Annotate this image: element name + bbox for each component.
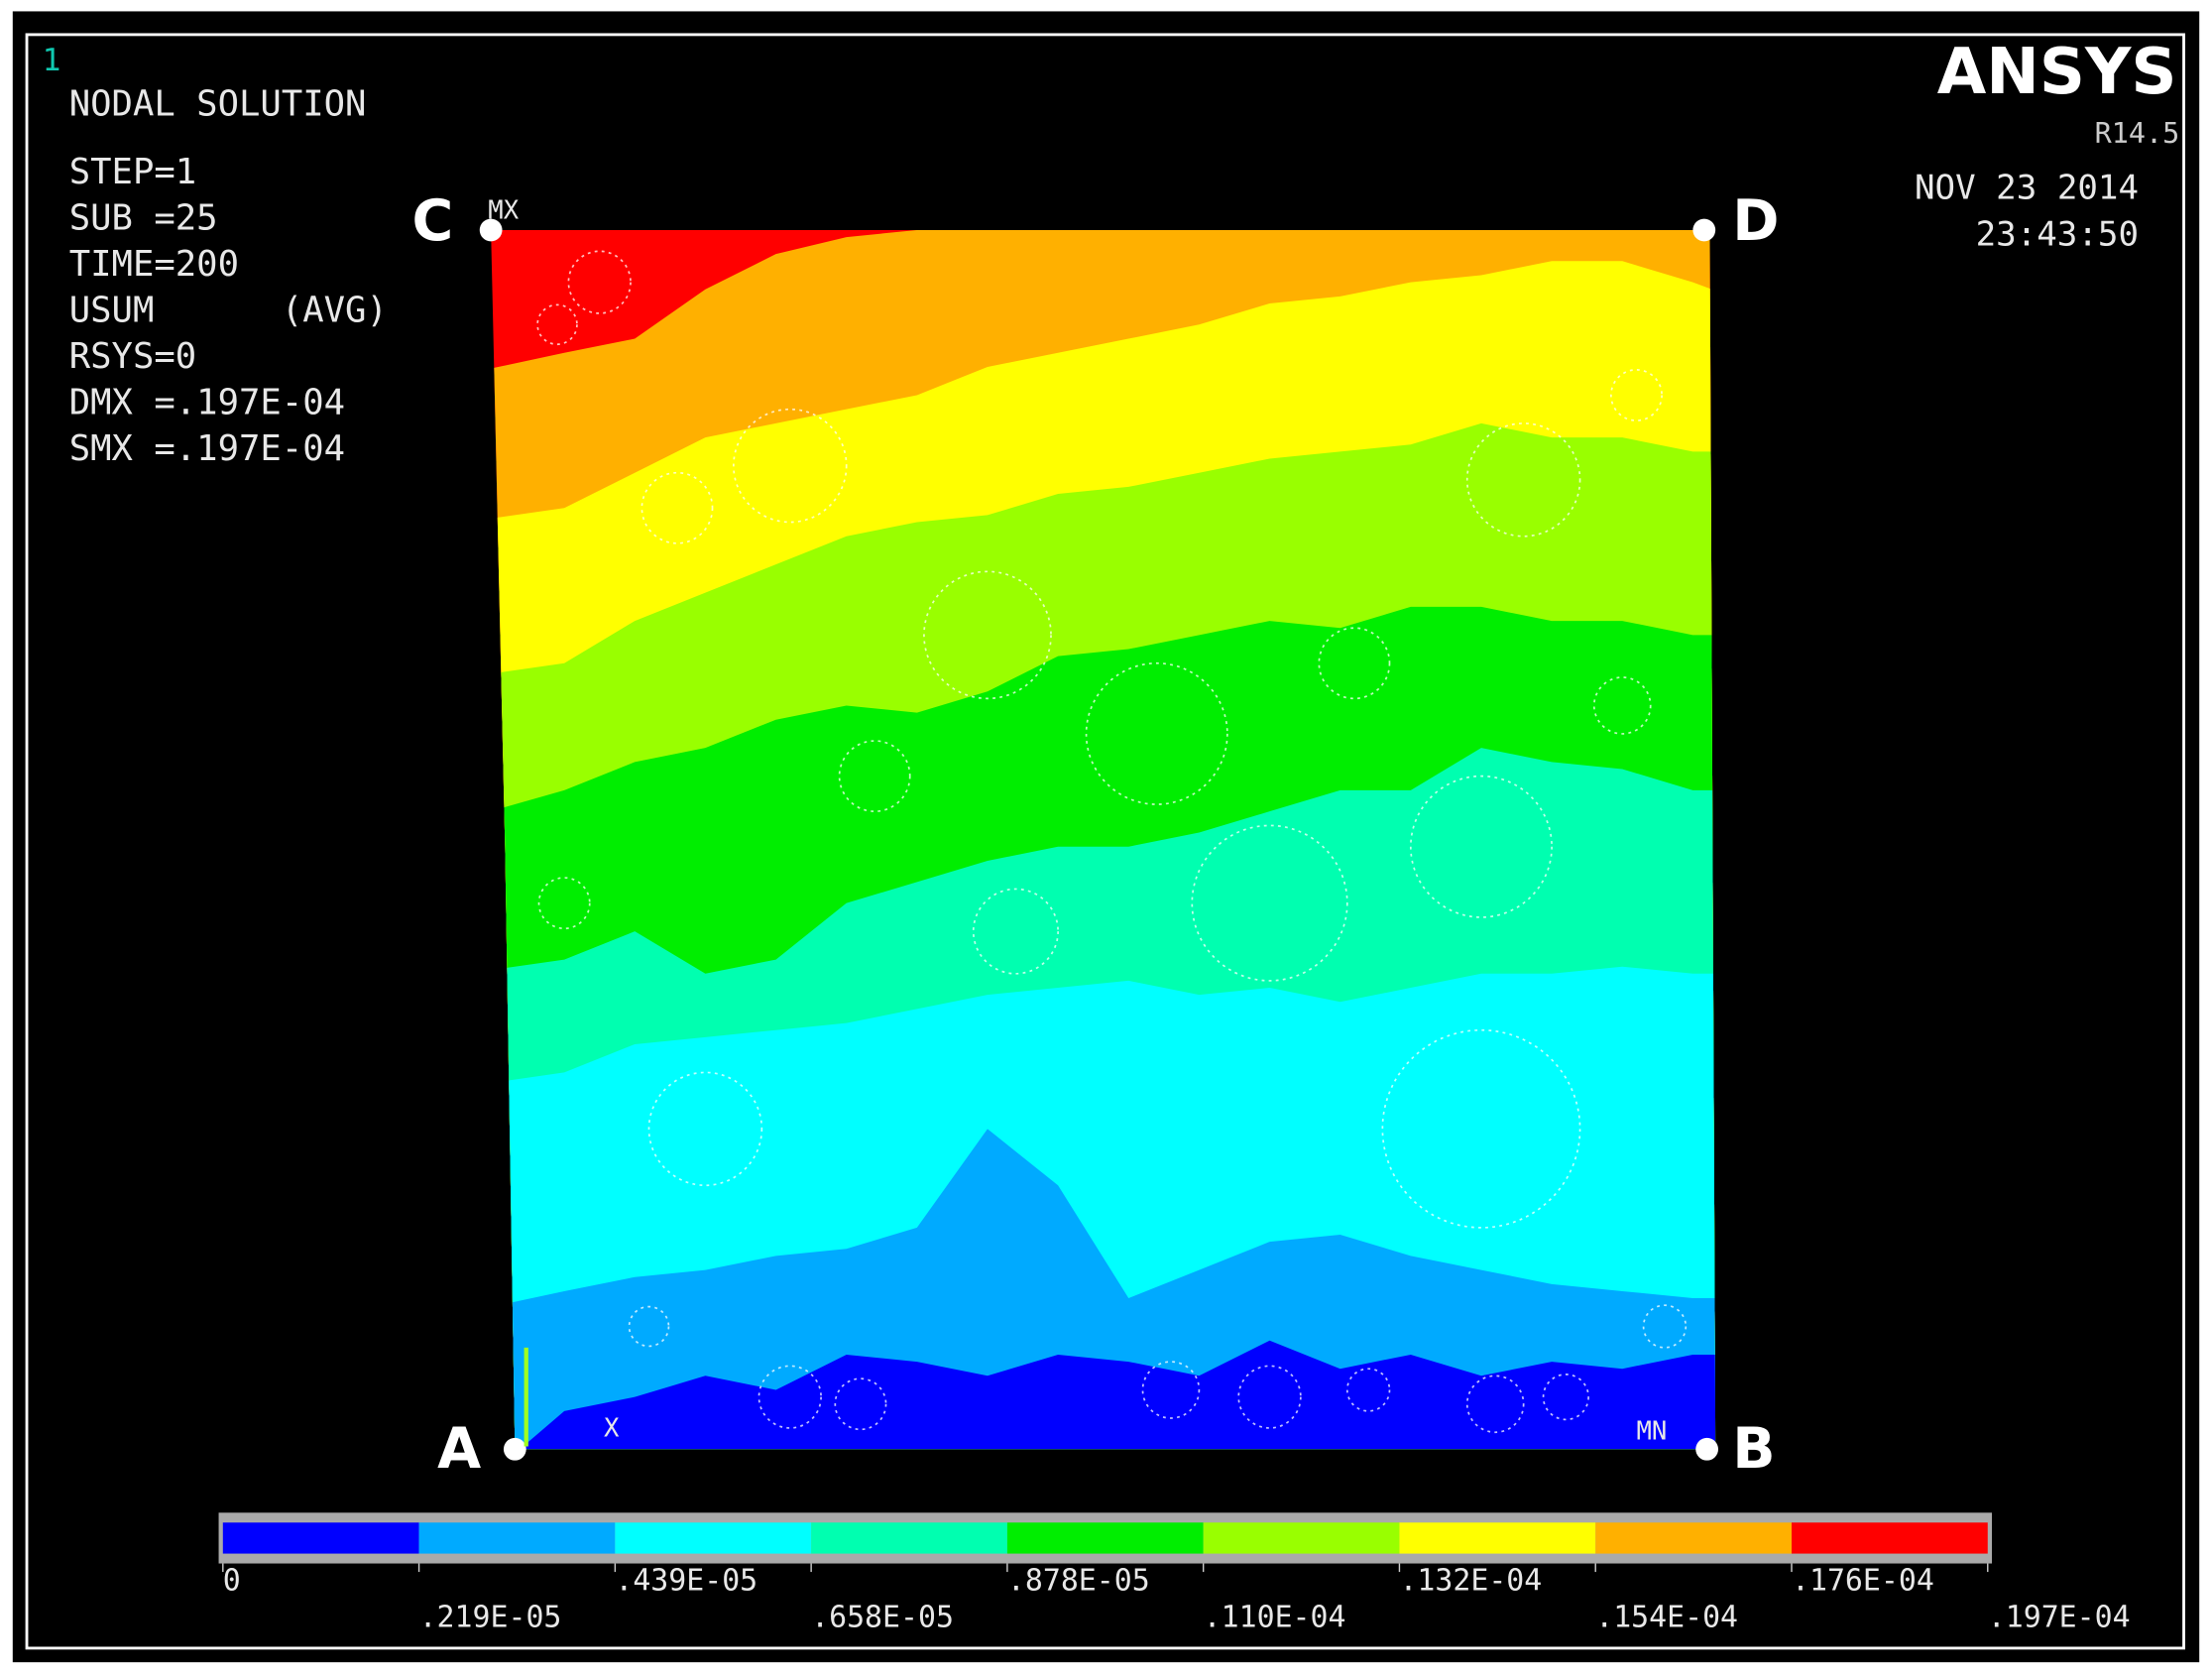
legend-label: .878E-05	[1007, 1564, 1150, 1599]
legend-label: .154E-04	[1595, 1601, 1738, 1635]
node-d	[1692, 218, 1716, 242]
contour-plot	[491, 229, 1716, 1450]
legend-band-3	[615, 1522, 812, 1554]
info-line: TIME=200	[69, 244, 239, 285]
legend-label: 0	[223, 1564, 241, 1599]
legend-label: .132E-04	[1399, 1564, 1542, 1599]
legend-band-6	[1203, 1522, 1400, 1554]
legend-band-7	[1399, 1522, 1596, 1554]
node-a	[503, 1437, 526, 1461]
legend-label: .197E-04	[1988, 1601, 2131, 1635]
window-number: 1	[43, 43, 61, 78]
legend-label: .439E-05	[615, 1564, 757, 1599]
corner-label-d: D	[1732, 188, 1779, 254]
plot-time: 23:43:50	[1976, 215, 2139, 255]
min-marker: MN	[1636, 1416, 1667, 1446]
ansys-version: R14.5	[2095, 117, 2180, 150]
plot-date: NOV 23 2014	[1915, 169, 2139, 208]
ansys-logo: ANSYS	[1937, 36, 2177, 109]
legend-band-8	[1595, 1522, 1792, 1554]
legend-band-2	[418, 1522, 616, 1554]
info-line: STEP=1	[69, 152, 196, 192]
legend-label: .176E-04	[1792, 1564, 1934, 1599]
node-b	[1695, 1437, 1719, 1461]
axis-x-marker: X	[604, 1413, 620, 1443]
ansys-plot-window: 1 NODAL SOLUTION STEP=1 SUB =25 TIME=200 US…	[12, 11, 2200, 1663]
legend-band-9	[1791, 1522, 1988, 1554]
legend-label: .110E-04	[1204, 1601, 1346, 1635]
max-marker: MX	[488, 196, 519, 226]
info-line: SUB =25	[69, 198, 218, 239]
legend-band-1	[222, 1522, 419, 1554]
info-title: NODAL SOLUTION	[69, 84, 367, 125]
legend-label: .219E-05	[419, 1601, 562, 1635]
info-line: RSYS=0	[69, 336, 196, 377]
info-line: SMX =.197E-04	[69, 428, 345, 469]
legend-label: .658E-05	[811, 1601, 954, 1635]
info-line: DMX =.197E-04	[69, 383, 345, 423]
corner-label-c: C	[411, 188, 453, 254]
legend-band-5	[1006, 1522, 1204, 1554]
corner-label-a: A	[437, 1416, 481, 1482]
legend-band-4	[811, 1522, 1007, 1554]
info-line: USUM (AVG)	[69, 291, 388, 331]
corner-label-b: B	[1732, 1416, 1775, 1482]
